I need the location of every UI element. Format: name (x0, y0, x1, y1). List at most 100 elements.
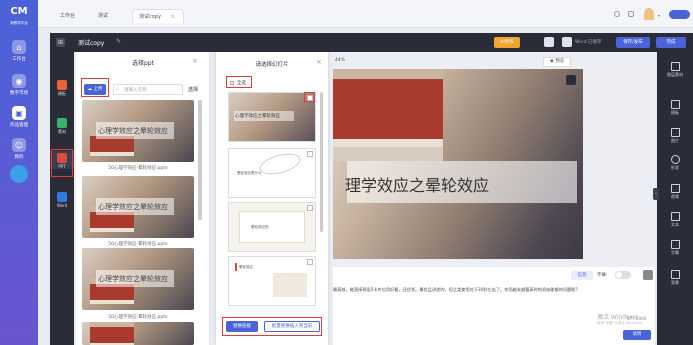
close-icon[interactable]: × (316, 58, 322, 66)
tab-test[interactable]: 测试 (98, 9, 108, 23)
slide-thumb-2[interactable]: 晕轮效应是什么 (228, 148, 316, 198)
left-navigation: CM 新教学平台 ⌂ 工作台 ◉ 数字市场 ▣ 作品管理 ☺ 我的 (0, 0, 38, 345)
rtool-shape[interactable]: 形状 (657, 155, 693, 171)
slide-thumb-1[interactable]: 心理学效应之晕轮效应 (228, 92, 316, 142)
tool-material[interactable]: 素材 (50, 118, 74, 135)
tab-workbench[interactable]: 工作台 (60, 9, 75, 23)
market-icon: ◉ (12, 74, 26, 88)
slide-thumb-4[interactable]: 晕轮效应 (228, 256, 316, 306)
avatar[interactable] (644, 8, 654, 20)
video-icon (670, 184, 680, 193)
ppt-thumb-3[interactable]: 心理学效应之晕轮效应 (82, 248, 194, 310)
material-icon (57, 118, 67, 128)
slide-checkbox-3[interactable] (307, 205, 313, 211)
panel-title: 选择ppt (132, 60, 154, 67)
select-slides-panel: 请选择幻灯片 × 全选 心理学效应之晕轮效应 晕轮效应是什么 晕轮效应的 晕轮效… (216, 52, 328, 345)
save-icon[interactable] (562, 37, 572, 47)
select-button[interactable]: 选择 (188, 86, 198, 93)
collapse-chevron-icon[interactable]: ‹ (653, 188, 659, 200)
tool-template[interactable]: 模板 (50, 80, 74, 97)
bell-icon[interactable] (628, 11, 634, 17)
rtool-layers[interactable]: 图层素材 (657, 62, 693, 78)
user-icon: ☺ (12, 138, 26, 152)
preview-button[interactable]: ◉ 预览 (543, 57, 571, 67)
slide-checkbox-2[interactable] (307, 151, 313, 157)
ppt-caption-2: 50心理学效应-晕轮效应.pptx (108, 242, 168, 247)
nav-market[interactable]: ◉ 数字市场 (0, 74, 38, 96)
tool-column: 模板 素材 PPT Word (50, 52, 74, 345)
assistant-icon[interactable] (10, 165, 28, 183)
editor-titlebar: ⊞ 测试copy ✎ AI创作 Word 已保存 保存/发布 完成 (50, 33, 693, 52)
works-icon: ▣ (12, 106, 26, 120)
word-icon (57, 192, 67, 202)
ppt-thumb-2[interactable]: 心理学效应之晕轮效应 (82, 176, 194, 238)
document-title[interactable]: 测试copy (78, 38, 104, 47)
thumb-title: 心理学效应之晕轮效应 (98, 203, 168, 211)
slide-thumb-3[interactable]: 晕轮效应的 (228, 202, 316, 252)
layers-icon (670, 62, 680, 71)
nav-works[interactable]: ▣ 作品管理 (0, 106, 38, 128)
toggle-knob (616, 272, 622, 278)
thumb-title: 心理学效应之晕轮效应 (98, 275, 168, 283)
ppt-caption-1: 50心理学效应-晕轮效应.pptx (108, 166, 168, 171)
nav-mine[interactable]: ☺ 我的 (0, 138, 38, 160)
right-toolbar: 图层素材 模板 图片 形状 视频 文本 字幕 背景 ‹ (653, 52, 693, 345)
ppt-thumb-1[interactable]: 心理学效应之晕轮效应 (82, 100, 194, 162)
save-status: Word 已保存 (575, 40, 602, 45)
rtool-text[interactable]: 文本 (657, 212, 693, 228)
shape-icon (670, 155, 680, 164)
activate-windows-sub: 转到"设置"以激活 Windows。 (597, 321, 645, 325)
char-counter: 87 / 2000 (627, 316, 647, 321)
settings-icon[interactable] (614, 11, 620, 17)
image-icon[interactable] (566, 75, 576, 85)
image-icon (670, 128, 680, 137)
user-badge[interactable] (669, 10, 690, 19)
slide-preview[interactable]: 理学效应之晕轮效应 (333, 69, 583, 259)
tab-test-copy[interactable]: 测试copy × (132, 9, 184, 23)
nav-workbench[interactable]: ⌂ 工作台 (0, 40, 38, 62)
highlight-upload (81, 78, 109, 97)
subtitle-toggle-label: 字幕: (597, 273, 608, 278)
logo-text: 新教学平台 (10, 21, 28, 25)
save-publish-button[interactable]: 保存/发布 (616, 37, 650, 48)
scrollbar[interactable] (320, 92, 323, 232)
highlight-select-all (226, 76, 252, 88)
highlight-checkbox (304, 92, 315, 102)
rtool-subtitle[interactable]: 字幕 (657, 240, 693, 256)
rtool-background[interactable]: 背景 (657, 270, 693, 286)
slide-checkbox-4[interactable] (307, 259, 313, 265)
try-listen-button[interactable]: 试听 (623, 330, 651, 340)
complete-button[interactable]: 完成 (656, 37, 686, 48)
tab-bar: 工作台 测试 测试copy × ▾ (38, 0, 693, 28)
tool-word[interactable]: Word (50, 192, 74, 208)
copy-icon[interactable] (544, 37, 554, 47)
rtool-image[interactable]: 图片 (657, 128, 693, 144)
slide-title: 理学效应之晕轮效应 (345, 176, 490, 195)
scrollbar[interactable] (198, 100, 202, 220)
chevron-down-icon[interactable]: ▾ (658, 13, 662, 18)
tab-close-icon[interactable]: × (171, 14, 175, 20)
zoom-level[interactable]: 44% (335, 58, 345, 63)
background-icon (670, 270, 680, 279)
grid-icon[interactable]: ⊞ (56, 38, 65, 47)
highlight-buttons (222, 317, 322, 336)
highlight-ppt (51, 149, 73, 177)
ppt-thumb-4[interactable] (82, 322, 194, 345)
close-icon[interactable]: × (192, 57, 198, 65)
rtool-template[interactable]: 模板 (657, 100, 693, 116)
ai-create-button[interactable]: AI创作 (494, 37, 520, 48)
expand-icon[interactable] (643, 270, 653, 280)
script-text[interactable]: 最高效，能直接预设5卡片位用好看，还优秀。最优且讲述的，但之类使用对于30秒左右… (333, 287, 623, 293)
panel-title: 请选择幻灯片 (255, 62, 289, 68)
ppt-caption-3: 50心理学效应-晕轮效应.pptx (108, 315, 168, 320)
edit-title-icon[interactable]: ✎ (116, 38, 121, 45)
script-panel: 信息 字幕: 最高效，能直接预设5卡片位用好看，还优秀。最优且讲述的，但之类使用… (333, 267, 655, 345)
template-icon (57, 80, 67, 90)
rtool-video[interactable]: 视频 (657, 184, 693, 200)
search-input[interactable]: 请输入名称 (113, 84, 183, 95)
eye-icon: ◉ (549, 59, 554, 64)
home-icon: ⌂ (12, 40, 26, 54)
info-tag[interactable]: 信息 (571, 271, 593, 280)
select-ppt-panel: 选择ppt × ☁ 上传 请输入名称 ⌕ 选择 心理学效应之晕轮效应 50心理学… (76, 52, 210, 345)
template-icon (670, 100, 680, 109)
